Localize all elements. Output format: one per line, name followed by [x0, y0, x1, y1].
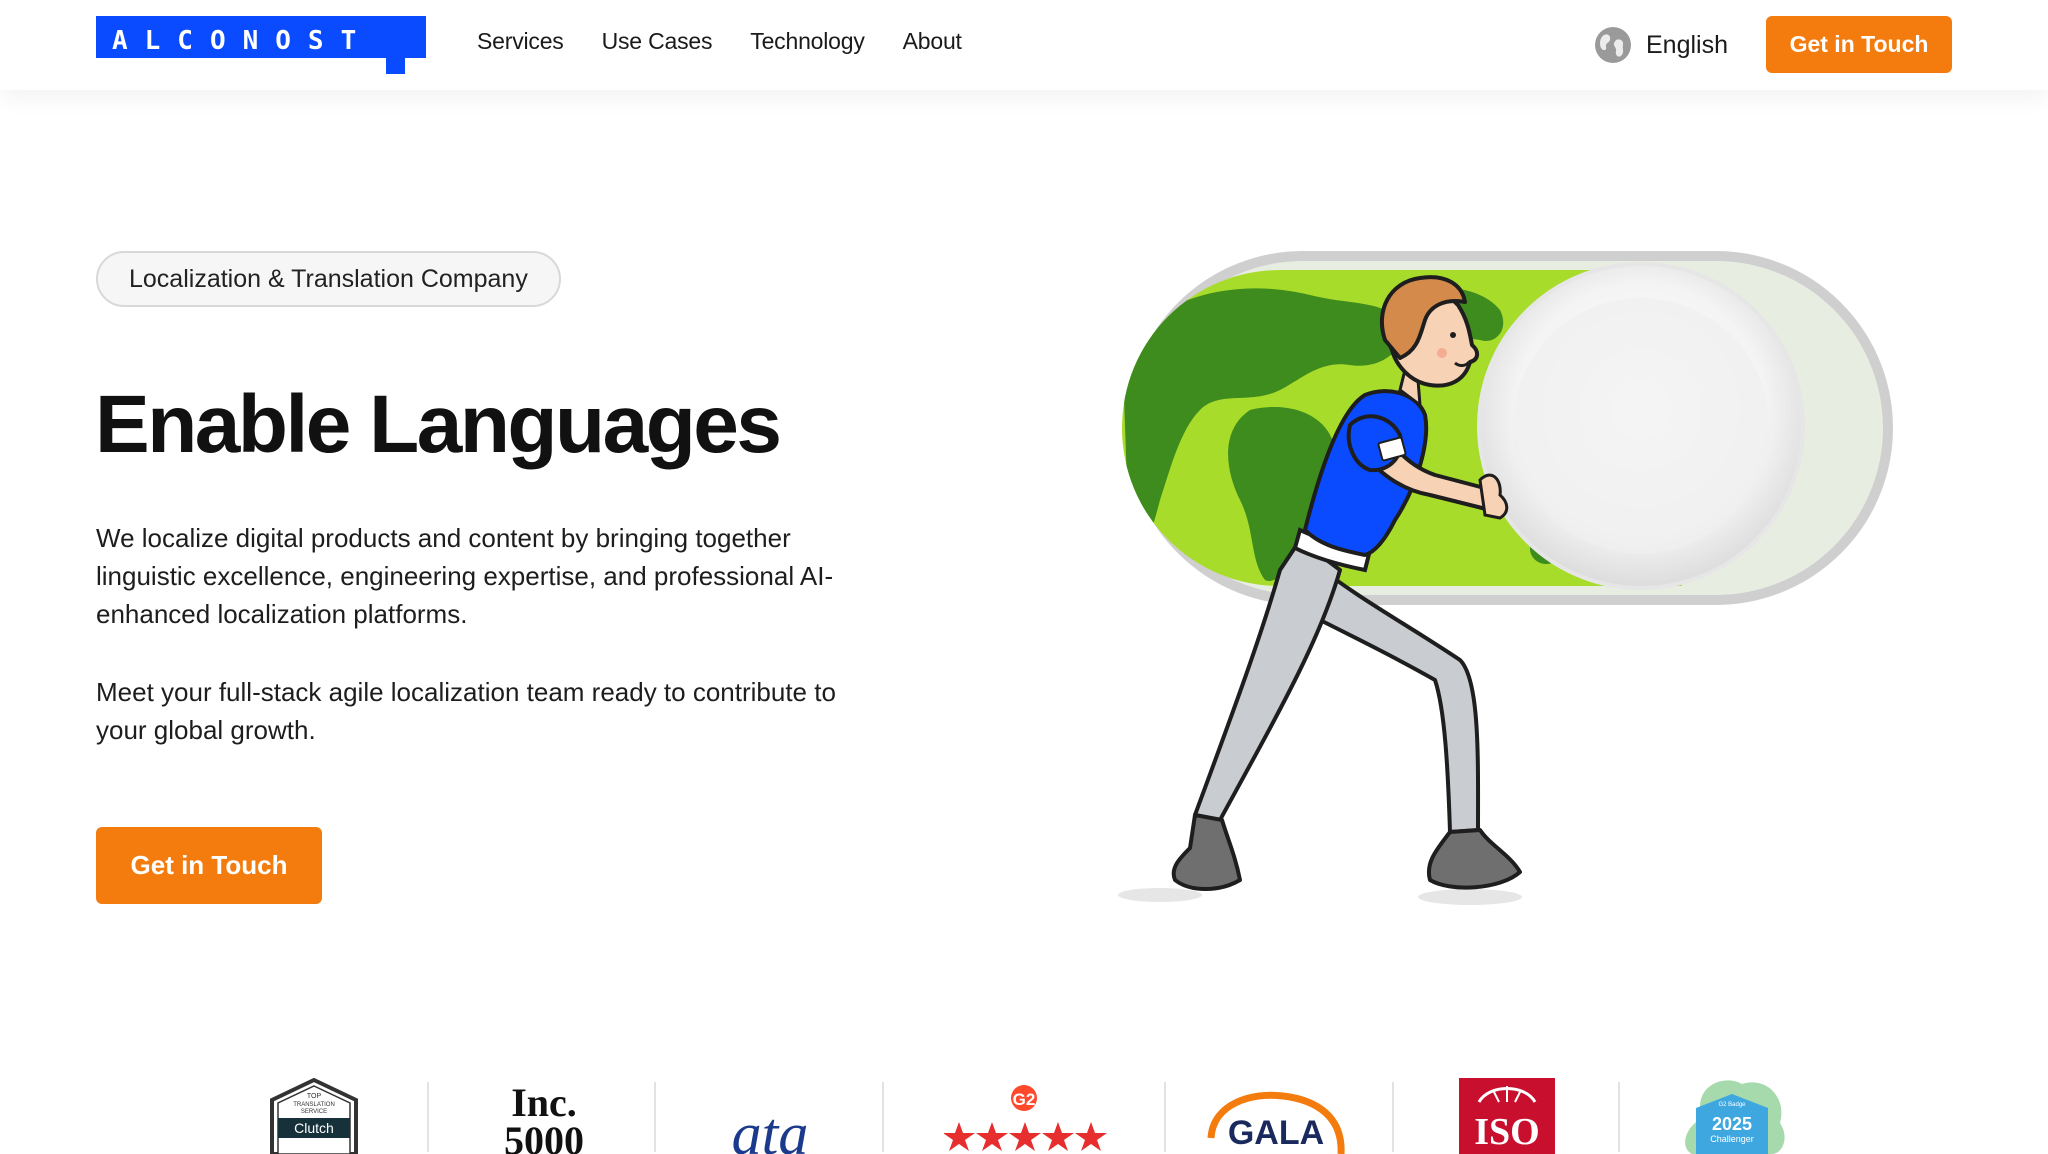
svg-text:2025: 2025 [1712, 1114, 1752, 1134]
five-stars-icon [944, 1122, 1107, 1151]
alconost-logo[interactable]: ALCONOST [96, 16, 426, 74]
logo-divider [1392, 1082, 1394, 1152]
logo-divider [427, 1082, 429, 1152]
clutch-badge: TOP TRANSLATION SERVICE Clutch [270, 1078, 358, 1154]
iso-logo: ISO [1459, 1078, 1555, 1154]
hero-paragraph-2: Meet your full-stack agile localization … [96, 677, 836, 745]
svg-text:TOP: TOP [307, 1093, 322, 1100]
header-get-in-touch-button[interactable]: Get in Touch [1766, 16, 1952, 73]
logo-divider [1164, 1082, 1166, 1152]
g2-challenger-badge: G2 Badge 2025 Challenger [1685, 1080, 1785, 1154]
svg-text:ISO: ISO [1474, 1111, 1539, 1153]
inc-5000-logo: Inc. 5000 [504, 1080, 584, 1154]
globe-icon [1595, 27, 1631, 63]
language-label: English [1646, 30, 1728, 59]
svg-text:GALA: GALA [1228, 1114, 1324, 1152]
svg-text:SERVICE: SERVICE [301, 1109, 327, 1115]
svg-text:ata: ata [732, 1101, 809, 1154]
site-header: ALCONOST Services Use Cases Technology A… [0, 0, 2048, 90]
hero-illustration [1118, 251, 1893, 905]
logo-divider [654, 1082, 656, 1152]
svg-text:TRANSLATION: TRANSLATION [293, 1102, 335, 1108]
language-selector[interactable]: English [1594, 26, 1728, 64]
svg-text:G2: G2 [1013, 1090, 1036, 1109]
g2-rating-logo: G2 [944, 1085, 1107, 1151]
hero-title: Enable Languages [95, 379, 782, 470]
svg-text:Challenger: Challenger [1710, 1134, 1754, 1144]
partner-logos: TOP TRANSLATION SERVICE Clutch Inc. 5000… [0, 1070, 2048, 1154]
ata-logo: ata [732, 1101, 809, 1154]
gala-logo: GALA [1207, 1091, 1345, 1154]
nav-technology[interactable]: Technology [750, 28, 865, 55]
svg-text:Clutch: Clutch [294, 1120, 334, 1136]
nav-about[interactable]: About [903, 28, 962, 55]
logo-divider [1618, 1082, 1620, 1152]
nav-services[interactable]: Services [477, 28, 564, 55]
hero-paragraph-1: We localize digital products and content… [96, 523, 834, 629]
company-badge: Localization & Translation Company [96, 251, 561, 307]
nav-use-cases[interactable]: Use Cases [602, 28, 713, 55]
main-nav: Services Use Cases Technology About [477, 28, 962, 55]
logo-text: ALCONOST [112, 26, 373, 56]
hero-get-in-touch-button[interactable]: Get in Touch [96, 827, 322, 904]
svg-text:5000: 5000 [504, 1118, 584, 1154]
logo-divider [882, 1082, 884, 1152]
svg-text:G2 Badge: G2 Badge [1718, 1102, 1746, 1108]
